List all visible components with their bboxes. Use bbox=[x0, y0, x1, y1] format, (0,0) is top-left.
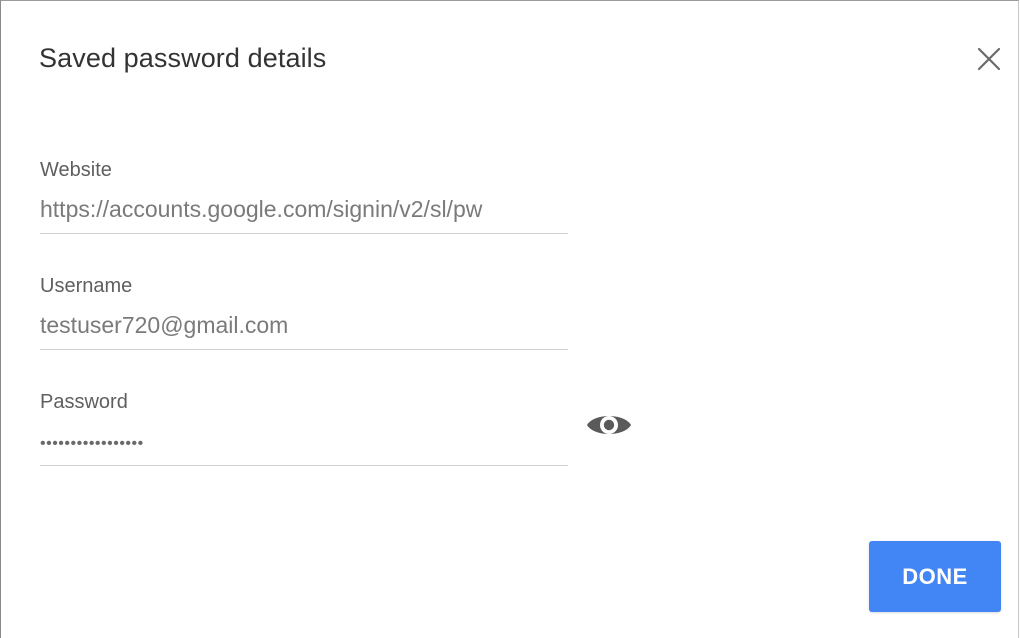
eye-icon bbox=[587, 416, 631, 434]
done-button[interactable]: DONE bbox=[869, 541, 1001, 612]
website-label: Website bbox=[40, 159, 112, 181]
username-field: Username bbox=[40, 275, 568, 351]
dialog-title: Saved password details bbox=[39, 43, 327, 73]
username-label: Username bbox=[40, 275, 133, 297]
saved-password-dialog: Saved password details Website Username … bbox=[0, 0, 1019, 638]
password-label: Password bbox=[40, 391, 128, 413]
username-underline bbox=[40, 349, 568, 350]
password-field: Password ••••••••••••••••• bbox=[40, 391, 568, 467]
password-underline bbox=[40, 465, 568, 466]
close-icon bbox=[977, 47, 1001, 71]
username-input[interactable] bbox=[40, 312, 568, 339]
close-button[interactable] bbox=[969, 39, 1009, 79]
password-value[interactable]: ••••••••••••••••• bbox=[40, 435, 568, 453]
show-password-button[interactable] bbox=[585, 407, 633, 443]
website-field: Website bbox=[40, 159, 568, 235]
website-underline bbox=[40, 233, 568, 234]
website-input[interactable] bbox=[40, 196, 568, 223]
